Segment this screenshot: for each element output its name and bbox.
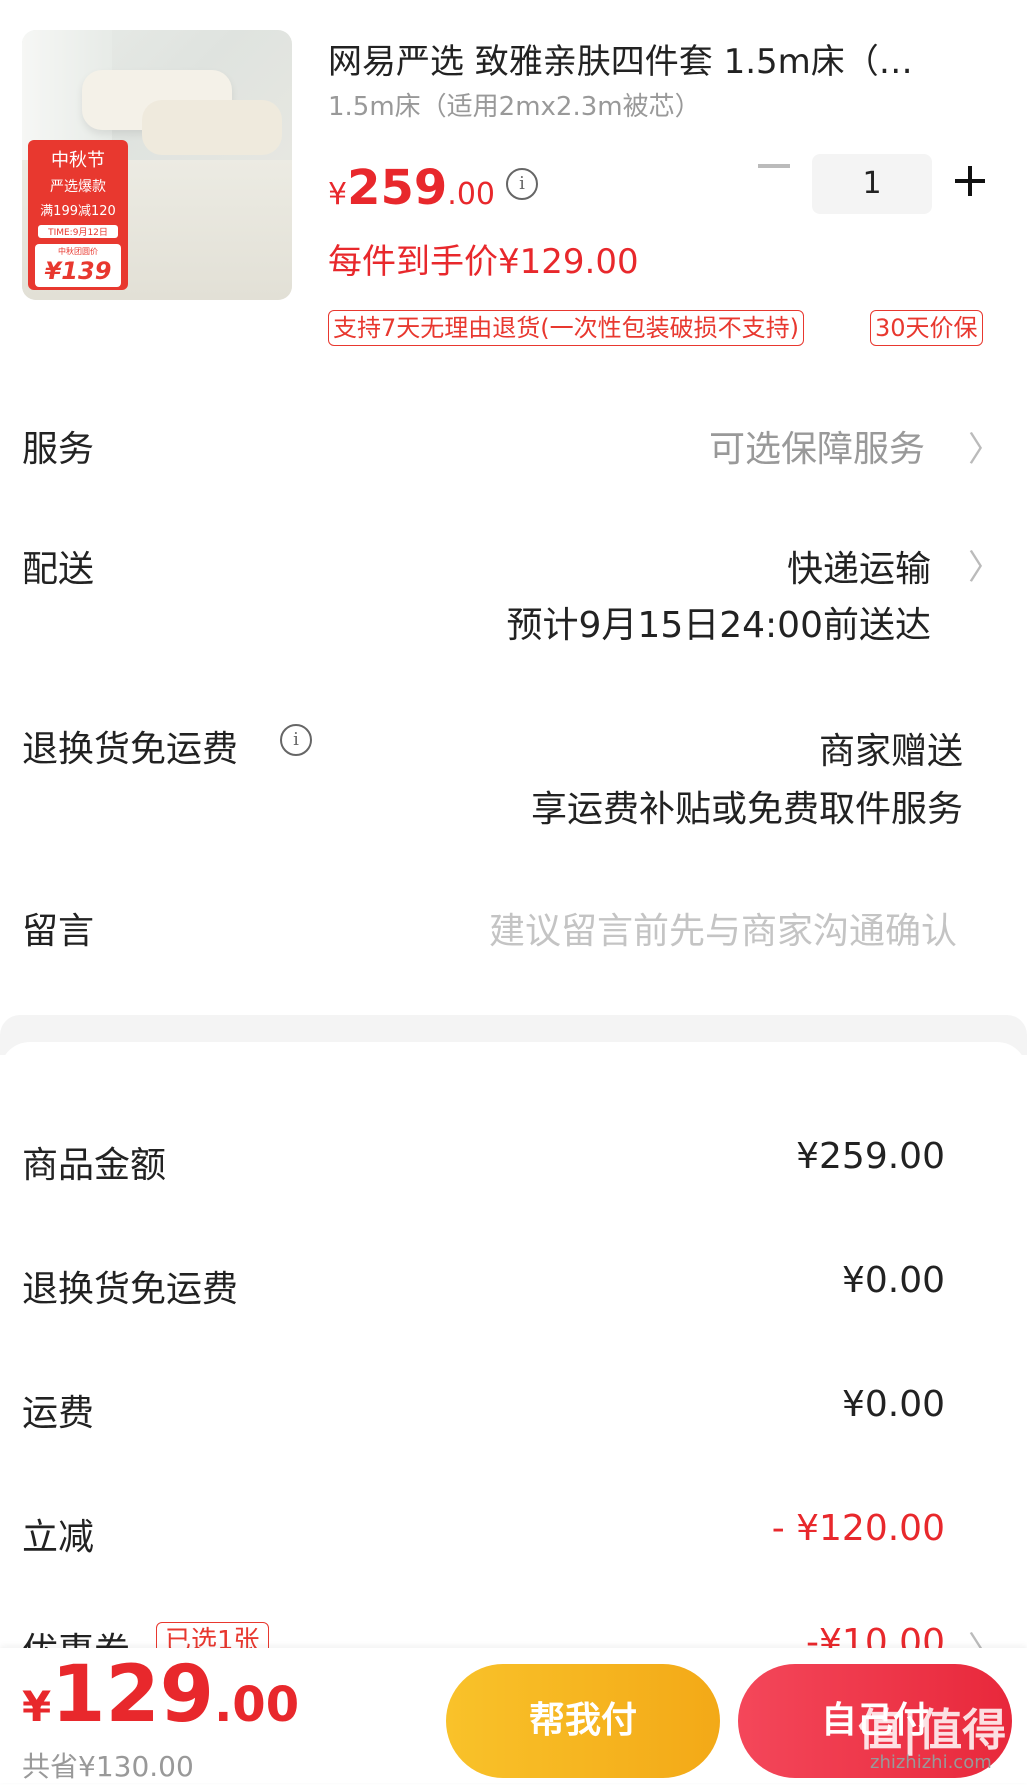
- return-value: 商家赠送: [818, 731, 963, 772]
- message-input[interactable]: 建议留言前先与商家沟通确认: [489, 902, 957, 954]
- thumb-pillow: [142, 100, 282, 155]
- quantity-input[interactable]: 1: [812, 154, 932, 214]
- promo-price-box: 中秋团圆价 ¥139: [35, 244, 121, 287]
- price-protect-tag: 30天价保: [870, 310, 983, 346]
- delivery-eta: 预计9月15日24:00前送达: [506, 605, 931, 646]
- shipping-value: ¥0.00: [841, 1384, 945, 1425]
- promo-line: 严选爆款: [50, 179, 106, 195]
- product-price: ¥259.00: [328, 160, 495, 216]
- promo-time: TIME:9月12日: [38, 225, 118, 238]
- promo-price-value: ¥139: [44, 257, 112, 285]
- info-icon[interactable]: i: [280, 724, 312, 756]
- return-policy-tag: 支持7天无理由退货(一次性包装破损不支持): [328, 310, 804, 346]
- chevron-right-icon[interactable]: 〉: [968, 422, 1002, 471]
- watermark-url: zhizhizhi.com: [870, 1752, 992, 1773]
- return-label: 退换货免运费: [22, 729, 239, 770]
- watermark-logo: 值|值得: [858, 1705, 1007, 1756]
- promo-line: 中秋节: [51, 150, 105, 171]
- quantity-minus-button[interactable]: [758, 164, 790, 168]
- price-symbol: ¥: [328, 177, 348, 212]
- discount-label: 立减: [22, 1517, 95, 1558]
- total-decimal: .00: [214, 1677, 300, 1733]
- return-fee-label: 退换货免运费: [22, 1269, 239, 1310]
- delivery-label: 配送: [22, 549, 95, 590]
- price-decimal: .00: [447, 177, 496, 212]
- product-spec[interactable]: 1.5m床（适用2mx2.3m被芯）: [328, 86, 701, 123]
- total-integer: 129: [51, 1650, 215, 1740]
- price-integer: 259: [347, 160, 448, 216]
- total-saved: 共省¥130.00: [22, 1750, 194, 1783]
- service-label: 服务: [22, 429, 95, 470]
- delivery-value[interactable]: 快递运输: [787, 540, 931, 592]
- total-symbol: ¥: [22, 1682, 52, 1731]
- discount-value: - ¥120.00: [771, 1508, 945, 1549]
- chevron-right-icon[interactable]: 〉: [968, 540, 1002, 589]
- thumb-promo-badge: 中秋节 严选爆款 满199减120 TIME:9月12日 中秋团圆价 ¥139: [28, 140, 128, 290]
- goods-amount-value: ¥259.00: [796, 1136, 945, 1177]
- shipping-label: 运费: [22, 1393, 95, 1434]
- return-detail: 享运费补贴或免费取件服务: [530, 789, 963, 830]
- quantity-plus-button[interactable]: [955, 166, 985, 196]
- service-value[interactable]: 可选保障服务: [709, 420, 925, 472]
- section-card-top: [0, 1042, 1027, 1072]
- product-thumbnail[interactable]: 中秋节 严选爆款 满199减120 TIME:9月12日 中秋团圆价 ¥139: [22, 30, 292, 300]
- promo-price-label: 中秋团圆价: [58, 247, 98, 256]
- total-price: ¥129.00: [22, 1650, 299, 1740]
- product-title[interactable]: 网易严选 致雅亲肤四件套 1.5m床（…: [328, 34, 913, 83]
- goods-amount-label: 商品金额: [22, 1145, 167, 1186]
- help-pay-button[interactable]: 帮我付: [446, 1664, 720, 1778]
- unit-price: 每件到手价¥129.00: [328, 242, 639, 282]
- return-fee-value: ¥0.00: [841, 1260, 945, 1301]
- info-icon[interactable]: i: [506, 168, 538, 200]
- message-label: 留言: [22, 911, 95, 952]
- promo-line: 满199减120: [40, 204, 116, 219]
